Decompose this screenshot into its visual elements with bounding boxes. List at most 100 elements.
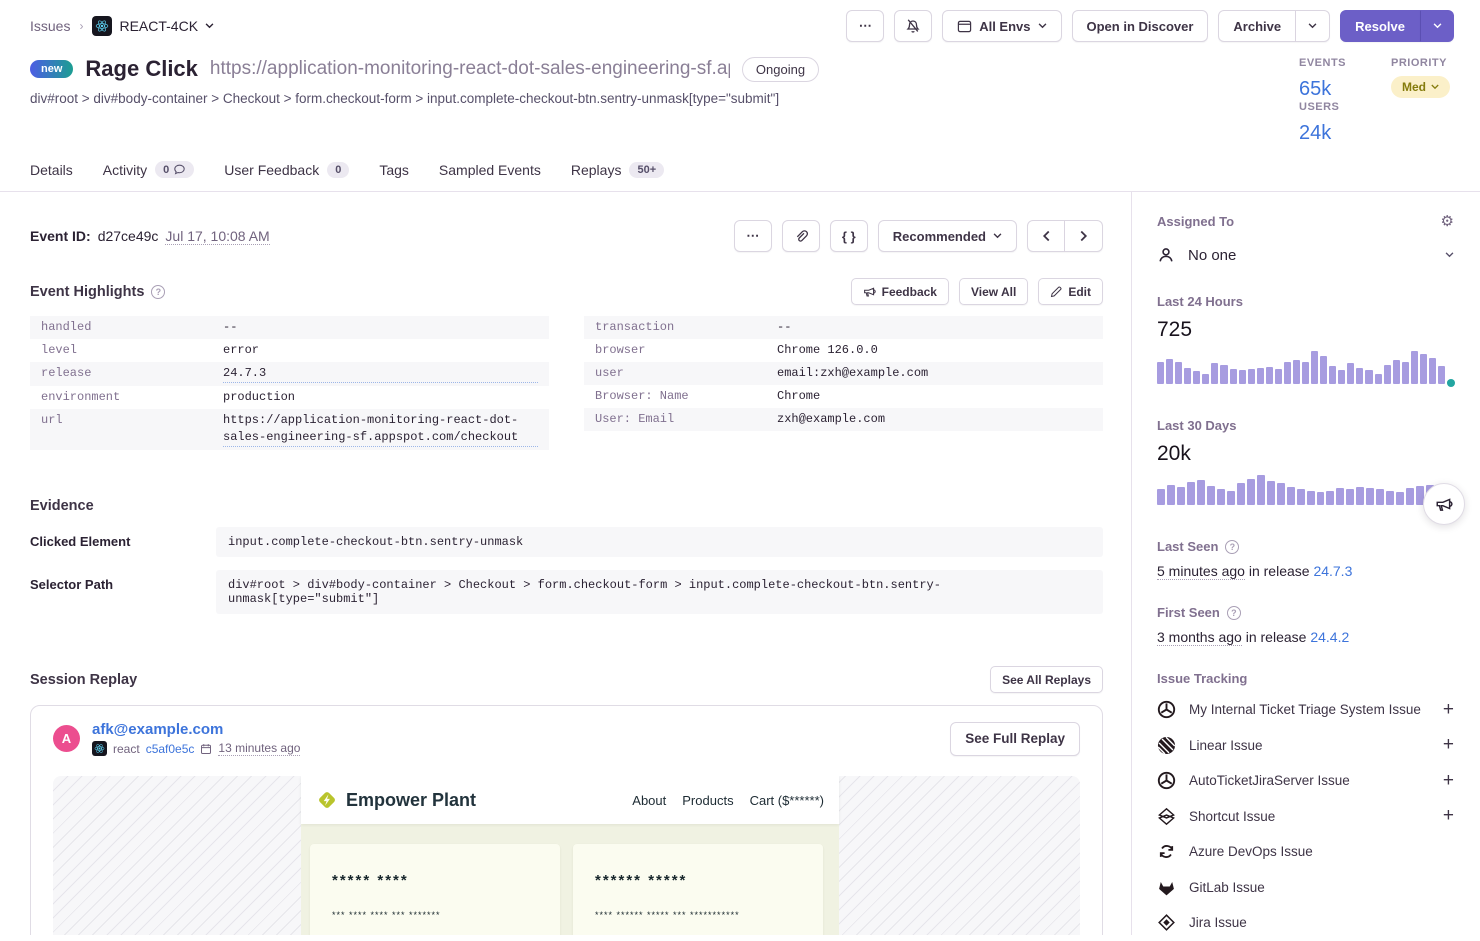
replay-user-link[interactable]: afk@example.com — [92, 721, 300, 738]
environment-selector[interactable]: All Envs — [942, 10, 1061, 42]
tab-label: User Feedback — [224, 162, 319, 178]
chart-bar — [1320, 356, 1327, 384]
person-icon — [1157, 246, 1175, 264]
last-24-hours-chart[interactable] — [1157, 351, 1454, 384]
chart-bar — [1217, 489, 1225, 506]
tracker-link[interactable]: AutoTicketJiraServer Issue — [1189, 773, 1350, 788]
chart-bar — [1307, 491, 1315, 505]
add-tracker-button[interactable]: + — [1443, 699, 1454, 721]
last-seen-label: Last Seen — [1157, 539, 1218, 554]
stat-value[interactable]: 24k — [1299, 122, 1351, 145]
mute-button[interactable] — [894, 10, 932, 42]
add-tracker-button[interactable]: + — [1443, 805, 1454, 827]
archive-button[interactable]: Archive — [1218, 10, 1296, 42]
highlight-value: 24.7.3 — [223, 365, 538, 383]
view-all-button[interactable]: View All — [959, 278, 1028, 305]
floating-feedback-button[interactable] — [1423, 483, 1465, 525]
event-more-button[interactable]: ⋯ — [734, 220, 772, 252]
highlight-row: transaction -- — [584, 316, 1103, 339]
stat-value[interactable]: 65k — [1299, 78, 1351, 101]
help-icon[interactable]: ? — [151, 285, 165, 299]
resolve-dropdown-button[interactable] — [1420, 10, 1454, 42]
tracker-link[interactable]: GitLab Issue — [1189, 880, 1265, 895]
last-seen-line: 5 minutes ago in release 24.7.3 — [1157, 563, 1454, 579]
see-all-replays-button[interactable]: See All Replays — [990, 666, 1103, 693]
help-icon[interactable]: ? — [1225, 540, 1239, 554]
add-tracker-button[interactable]: + — [1443, 770, 1454, 792]
chart-bar — [1167, 485, 1175, 505]
last-seen-release-link[interactable]: 24.7.3 — [1313, 563, 1352, 579]
tab[interactable]: Activity 0 — [103, 161, 194, 192]
evidence-row: Clicked Element input.complete-checkout-… — [30, 527, 1103, 557]
tab[interactable]: User Feedback 0 — [224, 161, 349, 192]
highlight-value: zxh@example.com — [777, 411, 1092, 428]
tab[interactable]: Sampled Events — [439, 161, 541, 192]
add-tracker-button[interactable]: + — [1443, 734, 1454, 756]
chart-bar — [1402, 362, 1409, 384]
edit-label: Edit — [1068, 285, 1091, 299]
last-24-hours-count: 725 — [1157, 318, 1454, 342]
replay-viewport[interactable]: Empower Plant AboutProductsCart ($******… — [53, 776, 1080, 935]
tab[interactable]: Tags — [379, 161, 409, 192]
tracker-link[interactable]: My Internal Ticket Triage System Issue — [1189, 702, 1421, 717]
help-icon[interactable]: ? — [1227, 606, 1241, 620]
breadcrumb-issues[interactable]: Issues — [30, 18, 70, 34]
first-seen-release-link[interactable]: 24.4.2 — [1310, 629, 1349, 645]
more-options-button[interactable]: ⋯ — [846, 10, 884, 42]
chart-bar — [1187, 482, 1195, 505]
tracker-link[interactable]: Azure DevOps Issue — [1189, 844, 1313, 859]
tracker-link[interactable]: Shortcut Issue — [1189, 809, 1275, 824]
tracker-icon — [1157, 771, 1176, 790]
chart-bar — [1211, 363, 1218, 384]
highlight-row: handled -- — [30, 316, 549, 339]
chevron-down-icon — [1433, 23, 1442, 29]
assignee-dropdown[interactable]: No one — [1157, 246, 1454, 264]
feedback-button[interactable]: Feedback — [851, 278, 949, 305]
chart-bar — [1338, 370, 1345, 384]
see-full-replay-button[interactable]: See Full Replay — [950, 722, 1080, 756]
highlight-value: Chrome 126.0.0 — [777, 342, 1092, 359]
chart-bar — [1317, 492, 1325, 505]
previous-event-button[interactable] — [1027, 220, 1065, 252]
tab-label: Activity — [103, 162, 147, 178]
priority-label: PRIORITY — [1391, 57, 1450, 69]
gear-icon[interactable]: ⚙ — [1441, 214, 1454, 229]
highlights-table-left: handled -- level error release 24.7.3 en… — [30, 316, 549, 450]
resolve-button[interactable]: Resolve — [1340, 10, 1420, 42]
tab[interactable]: Replays 50+ — [571, 161, 664, 192]
event-json-button[interactable]: { } — [830, 220, 868, 252]
chart-bar — [1284, 362, 1291, 384]
issue-culprit-url: https://application-monitoring-react-dot… — [210, 58, 730, 80]
next-event-button[interactable] — [1065, 220, 1103, 252]
tracker-link[interactable]: Linear Issue — [1189, 738, 1263, 753]
chart-bar — [1267, 481, 1275, 505]
priority-dropdown[interactable]: Med — [1391, 76, 1450, 98]
replay-product-name: ***** **** — [332, 872, 538, 889]
chart-bar — [1375, 374, 1382, 384]
last-30-days-chart[interactable] — [1157, 475, 1454, 505]
archive-dropdown-button[interactable] — [1296, 10, 1330, 42]
substatus-badge: Ongoing — [742, 57, 819, 82]
chart-bar — [1239, 370, 1246, 384]
replay-id-link[interactable]: c5af0e5c — [146, 742, 195, 756]
chevron-down-icon — [205, 23, 214, 29]
highlight-value: Chrome — [777, 388, 1092, 405]
chevron-down-icon — [1038, 23, 1047, 29]
tracker-link[interactable]: Jira Issue — [1189, 915, 1247, 930]
event-sort-dropdown[interactable]: Recommended — [878, 220, 1017, 252]
highlight-key: handled — [41, 319, 223, 336]
project-switcher[interactable]: REACT-4CK — [92, 16, 214, 36]
chart-bar — [1230, 369, 1237, 384]
open-in-discover-button[interactable]: Open in Discover — [1072, 10, 1209, 42]
stat-column: USERS 24k — [1299, 101, 1351, 145]
replay-product-desc: *** **** **** *** ******* — [332, 910, 538, 920]
chart-bar — [1366, 488, 1374, 505]
tab[interactable]: Details — [30, 161, 73, 192]
event-link-button[interactable] — [782, 220, 820, 252]
chart-bar — [1257, 475, 1265, 505]
highlight-row: url https://application-monitoring-react… — [30, 409, 549, 450]
highlight-value: -- — [777, 319, 1092, 336]
edit-button[interactable]: Edit — [1038, 278, 1103, 305]
tab-label: Sampled Events — [439, 162, 541, 178]
replay-nav-item: Cart ($******) — [750, 793, 824, 808]
